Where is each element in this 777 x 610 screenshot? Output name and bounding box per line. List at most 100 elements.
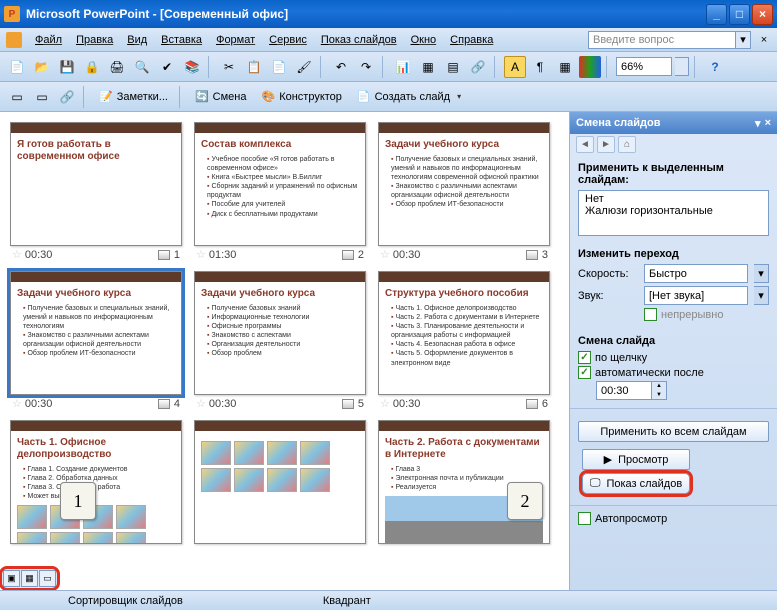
slide-cell[interactable]: Задачи учебного курсаПолучение базовых и…	[378, 122, 550, 261]
grid-button[interactable]: ▦	[554, 56, 576, 78]
format-painter-button[interactable]: 🖌	[293, 56, 315, 78]
slide-thumbnail[interactable]: Задачи учебного курсаПолучение базовых и…	[10, 271, 182, 395]
ask-question-input[interactable]: Введите вопрос	[588, 31, 736, 49]
menu-window[interactable]: Окно	[404, 32, 444, 48]
menu-view[interactable]: Вид	[120, 32, 154, 48]
menu-help[interactable]: Справка	[443, 32, 500, 48]
normal-view-button[interactable]: ▣	[3, 570, 20, 587]
save-button[interactable]: 💾	[56, 56, 78, 78]
slide-meta: ☆00:304	[10, 395, 182, 410]
slide-cell[interactable]: Часть 1. Офисное делопроизводствоГлава 1…	[10, 420, 182, 544]
slide-cell[interactable]	[194, 420, 366, 544]
open-button[interactable]: 📂	[31, 56, 53, 78]
slide-bullet: Часть 2. Работа с документами в Интернет…	[391, 313, 543, 322]
print-button[interactable]: 🖨	[106, 56, 128, 78]
slide-time: 01:30	[209, 249, 237, 261]
design-button[interactable]: 🎨Конструктор	[255, 86, 347, 108]
apply-all-button[interactable]: Применить ко всем слайдам	[578, 421, 769, 442]
ol-btn2[interactable]: ▭	[31, 86, 53, 108]
preview-button[interactable]: ▶Просмотр	[582, 449, 690, 470]
slide-cell[interactable]: Структура учебного пособияЧасть 1. Офисн…	[378, 271, 550, 410]
expand-button[interactable]: A	[504, 56, 526, 78]
slide-cell[interactable]: Я готов работать в современном офисе☆00:…	[10, 122, 182, 261]
ask-dropdown[interactable]: ▾	[736, 31, 751, 49]
slide-thumbnail[interactable]: Я готов работать в современном офисе	[10, 122, 182, 246]
ol-btn3[interactable]: 🔗	[56, 86, 78, 108]
transition-icon	[526, 399, 538, 409]
new-slide-button[interactable]: 📄Создать слайд▾	[351, 86, 470, 108]
zoom-dropdown[interactable]	[675, 57, 689, 76]
nav-fwd-icon[interactable]: ►	[597, 136, 615, 153]
new-button[interactable]: 📄	[6, 56, 28, 78]
maximize-button[interactable]: □	[729, 4, 750, 25]
notes-button[interactable]: 📝Заметки...	[93, 86, 174, 108]
slide-thumbnail[interactable]: Структура учебного пособияЧасть 1. Офисн…	[378, 271, 550, 395]
preview-button[interactable]: 🔍	[131, 56, 153, 78]
sound-dropdown-icon[interactable]: ▾	[754, 286, 769, 305]
slideshow-button[interactable]: 🖵Показ слайдов	[582, 473, 690, 494]
undo-button[interactable]: ↶	[330, 56, 352, 78]
table-button[interactable]: ▦	[417, 56, 439, 78]
slide-bullet: Часть 1. Офисное делопроизводство	[391, 304, 543, 313]
spell-button[interactable]: ✔	[156, 56, 178, 78]
slide-bullet: Сборник заданий и упражнений по офисным …	[207, 182, 359, 200]
redo-button[interactable]: ↷	[355, 56, 377, 78]
onclick-checkbox[interactable]: ✓	[578, 351, 591, 364]
taskpane-close-icon[interactable]: ×	[765, 117, 771, 129]
slide-thumbnail[interactable]: Состав комплексаУчебное пособие «Я готов…	[194, 122, 366, 246]
permission-button[interactable]: 🔒	[81, 56, 103, 78]
copy-button[interactable]: 📋	[243, 56, 265, 78]
show-format-button[interactable]: ¶	[529, 56, 551, 78]
cut-button[interactable]: ✂	[218, 56, 240, 78]
auto-checkbox[interactable]: ✓	[578, 366, 591, 379]
close-button[interactable]: ×	[752, 4, 773, 25]
menu-edit[interactable]: Правка	[69, 32, 120, 48]
zoom-input[interactable]: 66%	[616, 57, 672, 76]
speed-combo[interactable]: Быстро	[644, 264, 748, 283]
effect-option[interactable]: Жалюзи горизонтальные	[585, 205, 762, 217]
color-button[interactable]	[579, 56, 601, 78]
slide-bullet: Книга «Быстрее мысли» В.Биллиг	[207, 173, 359, 182]
slide-bullet: Получение базовых и специальных знаний, …	[391, 155, 543, 182]
nav-back-icon[interactable]: ◄	[576, 136, 594, 153]
speed-dropdown-icon[interactable]: ▾	[754, 264, 769, 283]
slide-thumbnail[interactable]: Задачи учебного курсаПолучение базовых з…	[194, 271, 366, 395]
time-spinner[interactable]: ▲▼	[652, 381, 667, 400]
nav-home-icon[interactable]: ⌂	[618, 136, 636, 153]
menu-tools[interactable]: Сервис	[262, 32, 314, 48]
slide-thumbnail[interactable]: Часть 1. Офисное делопроизводствоГлава 1…	[10, 420, 182, 544]
sorter-view-button[interactable]: ▦	[21, 570, 38, 587]
slide-thumbnail[interactable]	[194, 420, 366, 544]
slide-cell[interactable]: Состав комплексаУчебное пособие «Я готов…	[194, 122, 366, 261]
autopreview-checkbox[interactable]	[578, 512, 591, 525]
auto-time-input[interactable]: 00:30	[596, 381, 652, 400]
taskpane-menu-icon[interactable]: ▾	[755, 117, 761, 130]
sound-label: Звук:	[578, 290, 638, 302]
standard-toolbar: 📄 📂 💾 🔒 🖨 🔍 ✔ 📚 ✂ 📋 📄 🖌 ↶ ↷ 📊 ▦ ▤ 🔗 A ¶ …	[0, 52, 777, 82]
menu-file[interactable]: Файл	[28, 32, 69, 48]
transition-button[interactable]: 🔄Смена	[189, 86, 253, 108]
loop-checkbox[interactable]	[644, 308, 657, 321]
slide-thumbnail[interactable]: Задачи учебного курсаПолучение базовых и…	[378, 122, 550, 246]
chart-button[interactable]: 📊	[392, 56, 414, 78]
effect-option[interactable]: Нет	[585, 193, 762, 205]
menu-slideshow[interactable]: Показ слайдов	[314, 32, 404, 48]
help-button[interactable]: ?	[704, 56, 726, 78]
menu-format[interactable]: Формат	[209, 32, 262, 48]
slide-sorter-pane[interactable]: Я готов работать в современном офисе ☆00:…	[0, 112, 570, 590]
apply-label: Применить к выделенным слайдам:	[578, 162, 769, 186]
ol-btn1[interactable]: ▭	[6, 86, 28, 108]
slide-cell[interactable]: Задачи учебного курсаПолучение базовых з…	[194, 271, 366, 410]
menu-insert[interactable]: Вставка	[154, 32, 209, 48]
transition-effect-list[interactable]: Нет Жалюзи горизонтальные	[578, 190, 769, 236]
research-button[interactable]: 📚	[181, 56, 203, 78]
slide-cell[interactable]: Задачи учебного курсаПолучение базовых и…	[10, 271, 182, 410]
slideshow-view-button[interactable]: ▭	[39, 570, 56, 587]
hyperlink-button[interactable]: 🔗	[467, 56, 489, 78]
tables-borders-button[interactable]: ▤	[442, 56, 464, 78]
star-icon: ☆	[12, 397, 22, 410]
sound-combo[interactable]: [Нет звука]	[644, 286, 748, 305]
doc-close-button[interactable]: ×	[757, 33, 771, 47]
paste-button[interactable]: 📄	[268, 56, 290, 78]
minimize-button[interactable]: _	[706, 4, 727, 25]
